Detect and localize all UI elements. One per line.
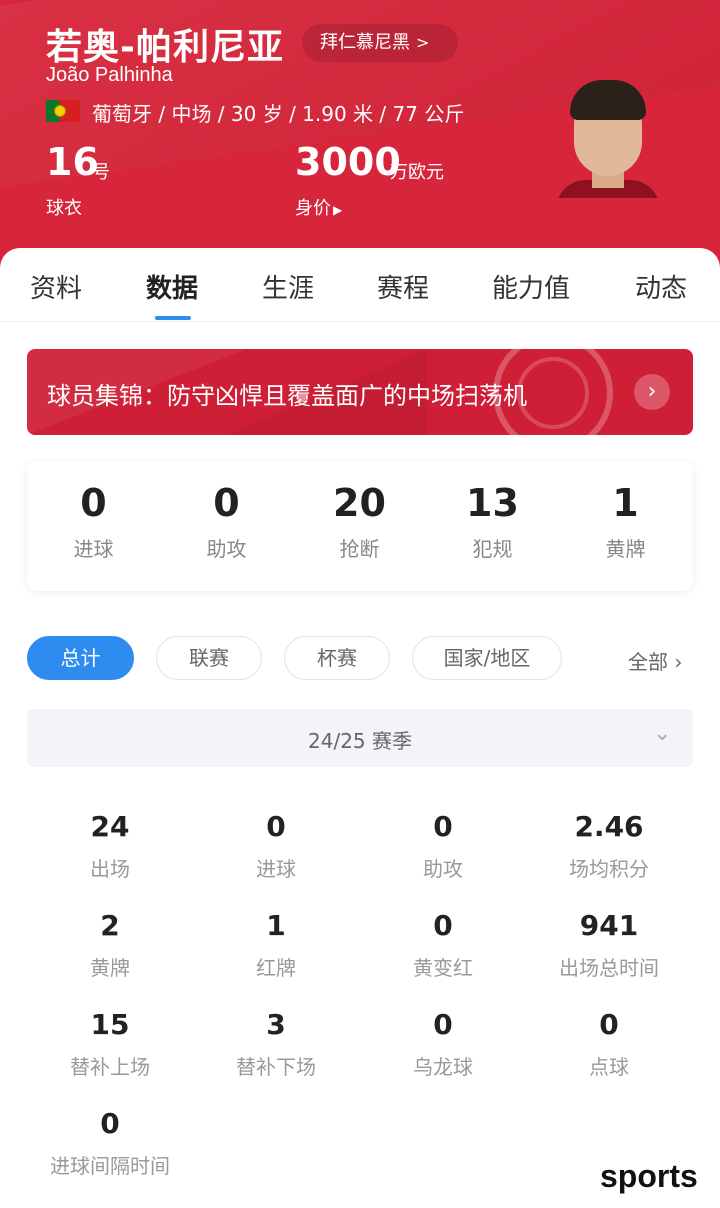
tab-profile[interactable]: 资料: [30, 268, 82, 305]
summary-assists: 0 助攻: [160, 461, 293, 562]
player-avatar: [556, 76, 660, 198]
stat-minutes-played: 941 出场总时间: [526, 909, 692, 981]
club-name: 拜仁慕尼黑: [320, 32, 410, 53]
club-link-button[interactable]: 拜仁慕尼黑 >: [302, 24, 458, 62]
tab-ability[interactable]: 能力值: [492, 268, 570, 305]
stat-label: 点球: [589, 1055, 629, 1079]
summary-tackles: 20 抢断: [293, 461, 426, 562]
market-value-link[interactable]: 身价 ▶: [295, 194, 342, 220]
summary-value: 0: [213, 481, 240, 525]
summary-yellow-cards: 1 黄牌: [559, 461, 692, 562]
stat-label: 进球: [256, 857, 296, 881]
stat-value: 0: [433, 810, 453, 843]
stat-label: 场均积分: [569, 857, 649, 881]
summary-fouls: 13 犯规: [426, 461, 559, 562]
filter-cup[interactable]: 杯赛: [284, 636, 390, 680]
stat-value: 15: [90, 1008, 130, 1041]
stat-label: 助攻: [423, 857, 463, 881]
stat-label: 出场: [90, 857, 130, 881]
jersey-label: 球衣: [46, 198, 82, 219]
summary-card: 0 进球 0 助攻 20 抢断 13 犯规 1 黄牌: [27, 461, 693, 591]
stat-goal-interval: 0 进球间隔时间: [27, 1107, 193, 1179]
market-value: 3000: [295, 140, 401, 184]
player-header: 若奥-帕利尼亚 拜仁慕尼黑 > João Palhinha 葡萄牙 / 中场 / …: [0, 0, 720, 270]
portugal-flag-icon: [46, 100, 80, 122]
summary-value: 0: [80, 481, 107, 525]
watermark-logo: sports: [600, 1158, 698, 1194]
player-latin-name: João Palhinha: [46, 64, 173, 86]
highlights-text: 球员集锦：防守凶悍且覆盖面广的中场扫荡机: [47, 382, 527, 410]
tab-career[interactable]: 生涯: [262, 268, 314, 305]
tab-stats[interactable]: 数据: [146, 268, 198, 305]
market-value-unit: 万欧元: [390, 162, 444, 183]
stat-value: 0: [100, 1107, 120, 1140]
main-panel: 资料 数据 生涯 赛程 能力值 动态 球员集锦：防守凶悍且覆盖面广的中场扫荡机 …: [0, 248, 720, 1208]
active-tab-indicator: [155, 316, 191, 320]
stat-avg-points: 2.46 场均积分: [526, 810, 692, 882]
caret-right-icon: ▶: [333, 203, 343, 217]
summary-label: 黄牌: [605, 537, 646, 561]
season-label: 24/25 赛季: [308, 729, 412, 753]
summary-label: 助攻: [206, 537, 247, 561]
stat-yellow-cards: 2 黄牌: [27, 909, 193, 981]
stat-value: 0: [433, 1008, 453, 1041]
summary-value: 13: [466, 481, 519, 525]
stat-label: 替补下场: [236, 1055, 316, 1079]
stat-label: 黄变红: [413, 956, 473, 980]
chevron-right-icon[interactable]: ›: [634, 374, 670, 410]
filter-total[interactable]: 总计: [27, 636, 134, 680]
summary-value: 1: [612, 481, 639, 525]
stat-sub-off: 3 替补下场: [193, 1008, 359, 1080]
stat-value: 2.46: [574, 810, 644, 843]
tab-schedule[interactable]: 赛程: [377, 268, 429, 305]
chevron-down-icon: ⌄: [653, 721, 672, 746]
stat-label: 替补上场: [70, 1055, 150, 1079]
stat-sub-on: 15 替补上场: [27, 1008, 193, 1080]
jersey-number: 16: [46, 140, 99, 184]
highlights-banner[interactable]: 球员集锦：防守凶悍且覆盖面广的中场扫荡机 ›: [27, 349, 693, 435]
filter-league[interactable]: 联赛: [156, 636, 262, 680]
chevron-right-icon: >: [416, 33, 430, 52]
stat-own-goals: 0 乌龙球: [360, 1008, 526, 1080]
stat-value: 0: [599, 1008, 619, 1041]
filter-national[interactable]: 国家/地区: [412, 636, 562, 680]
stat-value: 941: [579, 909, 639, 942]
summary-value: 20: [333, 481, 386, 525]
stat-goals: 0 进球: [193, 810, 359, 882]
tab-bar: 资料 数据 生涯 赛程 能力值 动态: [0, 248, 720, 322]
player-bio: 葡萄牙 / 中场 / 30 岁 / 1.90 米 / 77 公斤: [92, 102, 465, 126]
stat-value: 24: [90, 810, 130, 843]
tab-news[interactable]: 动态: [635, 268, 687, 305]
summary-label: 进球: [73, 537, 114, 561]
stat-value: 0: [266, 810, 286, 843]
stat-label: 乌龙球: [413, 1055, 473, 1079]
stat-assists: 0 助攻: [360, 810, 526, 882]
summary-label: 抢断: [339, 537, 380, 561]
stat-second-yellow: 0 黄变红: [360, 909, 526, 981]
stat-label: 进球间隔时间: [50, 1154, 170, 1178]
jersey-unit: 号: [92, 162, 110, 183]
stat-label: 出场总时间: [559, 956, 659, 980]
season-dropdown[interactable]: 24/25 赛季 ⌄: [27, 709, 693, 767]
stat-label: 红牌: [256, 956, 296, 980]
stat-value: 3: [266, 1008, 286, 1041]
stat-appearances: 24 出场: [27, 810, 193, 882]
stat-label: 黄牌: [90, 956, 130, 980]
stat-penalties: 0 点球: [526, 1008, 692, 1080]
player-name: 若奥-帕利尼亚: [46, 27, 284, 68]
stat-red-cards: 1 红牌: [193, 909, 359, 981]
filter-all-link[interactable]: 全部 ›: [628, 646, 682, 675]
stat-value: 1: [266, 909, 286, 942]
market-value-label: 身价: [295, 198, 331, 219]
summary-goals: 0 进球: [27, 461, 160, 562]
summary-label: 犯规: [472, 537, 513, 561]
stat-value: 0: [433, 909, 453, 942]
stat-value: 2: [100, 909, 120, 942]
